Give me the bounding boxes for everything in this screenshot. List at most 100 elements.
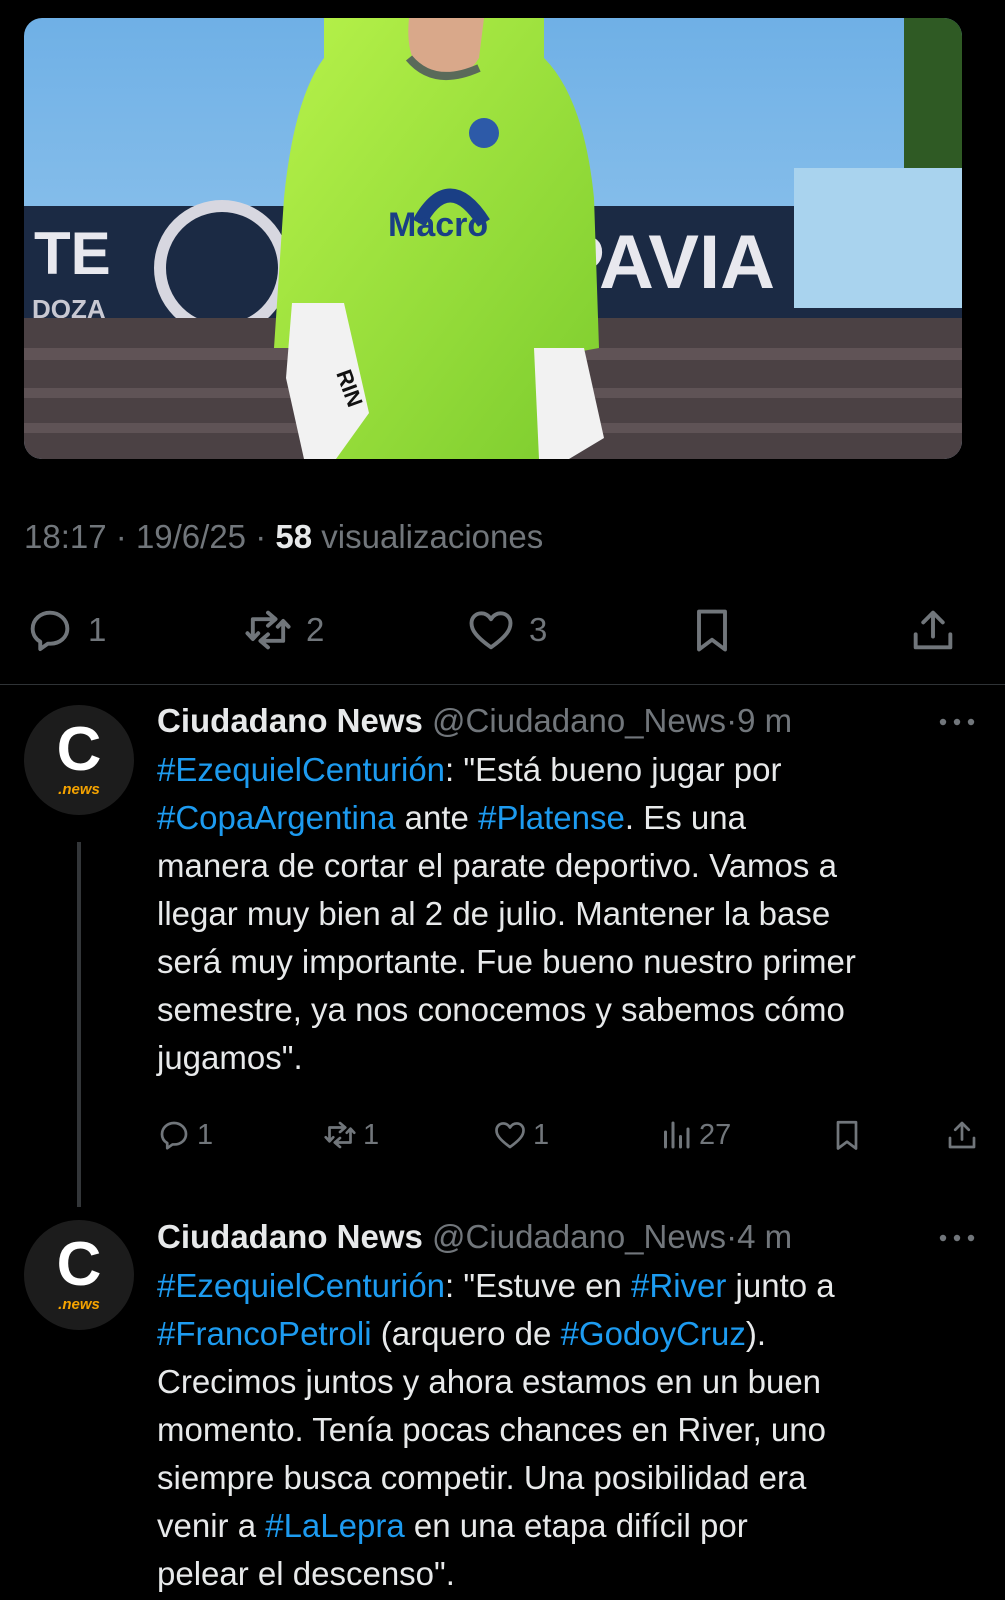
text-line: Crecimos juntos y ahora estamos en un bu… <box>157 1358 983 1406</box>
hashtag-link[interactable]: #Platense <box>478 799 625 836</box>
text-segment: ante <box>395 799 479 836</box>
heart-icon <box>469 611 513 650</box>
text-segment: (arquero de <box>371 1315 561 1352</box>
reply-icon <box>30 610 70 652</box>
reply-header: Ciudadano News @Ciudadano_News·9 m <box>157 702 792 740</box>
hashtag-link[interactable]: #FrancoPetroli <box>157 1315 372 1352</box>
text-segment: manera de cortar el parate deportivo. Va… <box>157 847 837 884</box>
reply-button[interactable]: 1 <box>156 1117 213 1153</box>
separator: · <box>726 1218 738 1255</box>
more-icon <box>939 1234 975 1242</box>
like-count: 1 <box>533 1118 550 1151</box>
meta-separator: · <box>255 518 276 555</box>
separator: · <box>726 702 738 739</box>
retweet-count: 2 <box>306 611 325 648</box>
tweet-time: 18:17 <box>24 518 107 555</box>
share-icon <box>948 1121 976 1149</box>
hashtag-link[interactable]: #EzequielCenturión <box>157 1267 445 1304</box>
tweet-meta: 18:17 · 19/6/25 · 58 visualizaciones <box>24 518 543 556</box>
like-button[interactable]: 3 <box>465 604 547 656</box>
bookmark-button[interactable] <box>686 604 738 656</box>
retweet-button[interactable]: 2 <box>242 604 324 656</box>
reply-count: 1 <box>197 1118 214 1151</box>
hashtag-link[interactable]: #River <box>631 1267 726 1304</box>
bookmark-button[interactable] <box>829 1117 865 1153</box>
share-button[interactable] <box>944 1117 980 1153</box>
more-options-button[interactable] <box>937 1228 977 1248</box>
hashtag-link[interactable]: #CopaArgentina <box>157 799 396 836</box>
text-line: venir a #LaLepra en una etapa difícil po… <box>157 1502 983 1550</box>
goalkeeper-photo: TE DOZA PAVIA Macro RIN <box>24 18 962 459</box>
tweet-photo[interactable]: TE DOZA PAVIA Macro RIN <box>24 18 962 459</box>
bookmark-icon <box>697 609 727 652</box>
retweet-icon <box>245 610 291 650</box>
text-segment: jugamos". <box>157 1039 303 1076</box>
analytics-icon <box>664 1121 690 1149</box>
share-icon <box>913 610 953 650</box>
reply-header: Ciudadano News @Ciudadano_News·4 m <box>157 1218 792 1256</box>
avatar-sub: .news <box>58 781 100 798</box>
like-count: 3 <box>529 611 548 648</box>
reply-text: #EzequielCenturión: "Está bueno jugar po… <box>157 746 983 1082</box>
text-line: #EzequielCenturión: "Está bueno jugar po… <box>157 746 983 794</box>
retweet-icon <box>324 1121 356 1149</box>
text-line: #CopaArgentina ante #Platense. Es una <box>157 794 983 842</box>
text-line: pelear el descenso". <box>157 1550 983 1598</box>
text-segment: siempre busca competir. Una posibilidad … <box>157 1459 807 1496</box>
text-segment: venir a <box>157 1507 266 1544</box>
views-button[interactable]: 27 <box>658 1117 731 1153</box>
reply-time: 9 m <box>737 702 793 739</box>
text-line: manera de cortar el parate deportivo. Va… <box>157 842 983 890</box>
text-segment: ). <box>745 1315 766 1352</box>
like-button[interactable]: 1 <box>492 1117 549 1153</box>
author-handle[interactable]: @Ciudadano_News <box>432 1218 726 1255</box>
text-segment: será muy importante. Fue bueno nuestro p… <box>157 943 856 980</box>
author-name[interactable]: Ciudadano News <box>157 1218 423 1255</box>
hashtag-link[interactable]: #EzequielCenturión <box>157 751 445 788</box>
divider <box>0 684 1005 685</box>
hashtag-link[interactable]: #GodoyCruz <box>561 1315 746 1352</box>
avatar-letter: C <box>56 715 102 784</box>
avatar[interactable]: C .news <box>24 1220 134 1330</box>
text-segment: pelear el descenso". <box>157 1555 455 1592</box>
text-line: #FrancoPetroli (arquero de #GodoyCruz). <box>157 1310 983 1358</box>
hashtag-link[interactable]: #LaLepra <box>265 1507 404 1544</box>
text-line: será muy importante. Fue bueno nuestro p… <box>157 938 983 986</box>
text-line: #EzequielCenturión: "Estuve en #River ju… <box>157 1262 983 1310</box>
text-line: jugamos". <box>157 1034 983 1082</box>
reply-time: 4 m <box>737 1218 793 1255</box>
bookmark-icon <box>836 1120 858 1150</box>
reply-count: 1 <box>88 611 107 648</box>
text-segment: : "Estuve en <box>445 1267 632 1304</box>
meta-separator: · <box>115 518 136 555</box>
reply-icon <box>160 1121 188 1150</box>
svg-text:Macro: Macro <box>388 206 488 244</box>
views-label: visualizaciones <box>321 518 544 555</box>
avatar-letter: C <box>56 1230 102 1299</box>
tweet-date: 19/6/25 <box>135 518 247 555</box>
text-segment: momento. Tenía pocas chances en River, u… <box>157 1411 826 1448</box>
heart-icon <box>495 1122 525 1149</box>
text-line: llegar muy bien al 2 de julio. Mantener … <box>157 890 983 938</box>
author-handle[interactable]: @Ciudadano_News <box>432 702 726 739</box>
svg-text:TE: TE <box>34 220 111 287</box>
text-segment: llegar muy bien al 2 de julio. Mantener … <box>157 895 831 932</box>
retweet-button[interactable]: 1 <box>322 1117 379 1153</box>
share-button[interactable] <box>907 604 959 656</box>
author-name[interactable]: Ciudadano News <box>157 702 423 739</box>
text-line: semestre, ya nos conocemos y sabemos cóm… <box>157 986 983 1034</box>
more-options-button[interactable] <box>937 712 977 732</box>
text-line: siempre busca competir. Una posibilidad … <box>157 1454 983 1502</box>
reply-action-bar: 1 1 1 27 <box>0 1117 1005 1165</box>
avatar-sub: .news <box>58 1296 100 1313</box>
views-count: 58 <box>275 518 313 555</box>
reply-button[interactable]: 1 <box>24 604 106 656</box>
text-line: momento. Tenía pocas chances en River, u… <box>157 1406 983 1454</box>
reply-text: #EzequielCenturión: "Estuve en #River ju… <box>157 1262 983 1598</box>
text-segment: semestre, ya nos conocemos y sabemos cóm… <box>157 991 845 1028</box>
tweet-action-bar: 1 2 3 <box>0 598 1005 662</box>
more-icon <box>939 718 975 726</box>
views-count: 27 <box>699 1118 732 1151</box>
retweet-count: 1 <box>363 1118 380 1151</box>
avatar[interactable]: C .news <box>24 705 134 815</box>
